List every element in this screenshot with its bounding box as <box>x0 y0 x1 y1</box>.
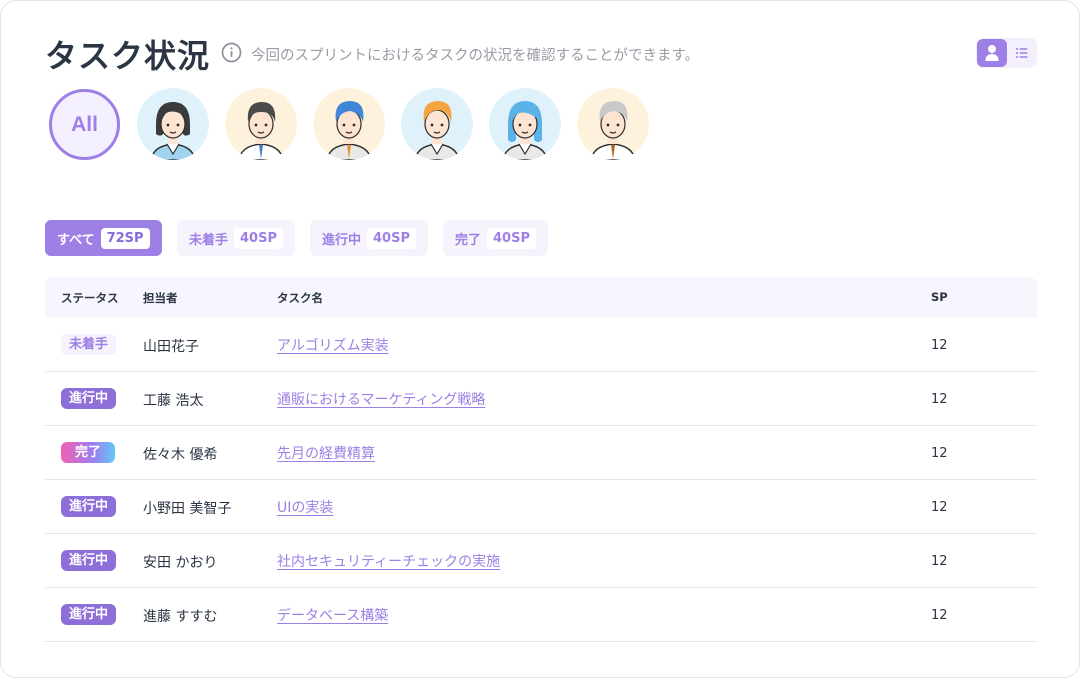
assignee-name: 小野田 美智子 <box>143 501 232 517</box>
assignee-name: 山田花子 <box>143 339 199 355</box>
assignee-name: 佐々木 優希 <box>143 447 218 463</box>
woman-avatar-icon[interactable] <box>137 88 209 160</box>
story-points: 12 <box>931 446 948 461</box>
story-points: 12 <box>931 608 948 623</box>
filter-label: 進行中 <box>322 232 362 248</box>
man-blue-hair-avatar-icon[interactable] <box>313 88 385 160</box>
story-points: 12 <box>931 392 948 407</box>
man-avatar-icon[interactable] <box>225 88 297 160</box>
task-link[interactable]: データベース構築 <box>277 605 388 625</box>
task-link[interactable]: 通販におけるマーケティング戦略 <box>277 389 485 409</box>
man-gray-hair-avatar-icon[interactable] <box>577 88 649 160</box>
header-assignee: 担当者 <box>143 291 178 305</box>
story-points: 12 <box>931 338 948 353</box>
filter-done[interactable]: 完了 40SP <box>443 220 548 256</box>
table-row: 完了 佐々木 優希 先月の経費精算 12 <box>45 426 1037 480</box>
view-toggle <box>976 38 1037 68</box>
filter-in-progress[interactable]: 進行中 40SP <box>310 220 428 256</box>
filter-count: 40SP <box>367 227 416 249</box>
user-icon <box>985 45 999 61</box>
task-link[interactable]: アルゴリズム実装 <box>277 335 389 355</box>
header-sp: SP <box>931 290 948 304</box>
task-table: ステータス 担当者 タスク名 SP 未着手 山田花子 アルゴリズム実装 12 進… <box>45 277 1037 642</box>
status-badge: 進行中 <box>61 496 117 517</box>
table-header: ステータス 担当者 タスク名 SP <box>45 277 1037 318</box>
filter-count: 40SP <box>487 227 536 249</box>
task-link[interactable]: 社内セキュリティーチェックの実施 <box>277 551 500 571</box>
info-circle-icon <box>221 42 242 63</box>
list-icon[interactable] <box>1012 44 1032 62</box>
header-status: ステータス <box>61 291 119 305</box>
assignee-name: 安田 かおり <box>143 555 218 571</box>
filter-label: すべて <box>57 232 95 248</box>
man-orange-hair-avatar-icon[interactable] <box>401 88 473 160</box>
page-title: タスク状況 <box>45 37 211 75</box>
filter-todo[interactable]: 未着手 40SP <box>177 220 295 256</box>
table-row: 進行中 安田 かおり 社内セキュリティーチェックの実施 12 <box>45 534 1037 588</box>
woman-blue-hair-avatar-icon[interactable] <box>489 88 561 160</box>
header-task: タスク名 <box>277 291 323 305</box>
filter-label: 未着手 <box>189 232 229 248</box>
table-row: 進行中 進藤 すすむ データベース構築 12 <box>45 588 1037 642</box>
filter-count: 72SP <box>100 227 150 249</box>
filter-count: 40SP <box>234 227 283 249</box>
table-row: 進行中 小野田 美智子 UIの実装 12 <box>45 480 1037 534</box>
status-badge: 進行中 <box>61 604 117 625</box>
task-status-card: タスク状況 今回のスプリントにおけるタスクの状況を確認することができます。 Al… <box>0 0 1080 678</box>
assignee-name: 工藤 浩太 <box>143 393 204 409</box>
page-subtitle: 今回のスプリントにおけるタスクの状況を確認することができます。 <box>251 48 700 64</box>
story-points: 12 <box>931 500 948 515</box>
story-points: 12 <box>931 554 948 569</box>
status-badge: 進行中 <box>61 388 117 409</box>
status-badge: 完了 <box>61 442 116 463</box>
table-row: 進行中 工藤 浩太 通販におけるマーケティング戦略 12 <box>45 372 1037 426</box>
filter-all[interactable]: すべて 72SP <box>45 220 162 256</box>
task-link[interactable]: UIの実装 <box>277 497 333 517</box>
assignee-name: 進藤 すすむ <box>143 609 218 625</box>
status-badge: 進行中 <box>61 550 117 571</box>
status-badge: 未着手 <box>61 334 117 355</box>
avatar-all-button[interactable]: All <box>49 89 120 160</box>
user-view-button[interactable] <box>977 39 1007 67</box>
table-row: 未着手 山田花子 アルゴリズム実装 12 <box>45 318 1037 372</box>
filter-label: 完了 <box>455 232 482 248</box>
task-link[interactable]: 先月の経費精算 <box>277 443 375 463</box>
